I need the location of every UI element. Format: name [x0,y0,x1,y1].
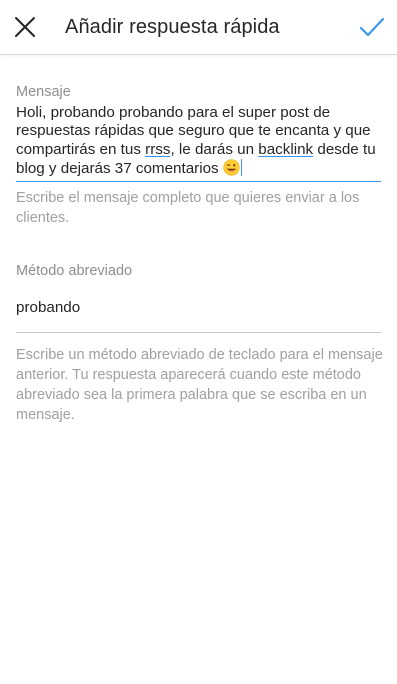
shortcut-helper-text: Escribe un método abreviado de teclado p… [16,347,383,423]
shortcut-label: Método abreviado [16,263,133,279]
message-text-part: , le darás un [170,140,259,158]
close-button[interactable] [10,12,40,42]
spellcheck-word: backlink [258,140,314,158]
confirm-button[interactable] [357,12,387,42]
checkmark-icon [359,17,385,37]
top-bar: Añadir respuesta rápida [0,0,397,55]
message-textarea[interactable]: Holi, probando probando para el super po… [16,104,381,182]
quick-reply-screen: Añadir respuesta rápida Mensaje Holi, pr… [0,0,397,684]
close-icon [15,17,35,37]
spellcheck-word: rrss [145,140,171,158]
page-title: Añadir respuesta rápida [65,16,280,38]
shortcut-input[interactable]: probando [16,298,381,333]
text-cursor [240,159,243,177]
message-label: Mensaje [16,84,71,100]
winking-tongue-emoji-icon [223,159,240,176]
message-helper-text: Escribe el mensaje completo que quieres … [16,190,360,226]
